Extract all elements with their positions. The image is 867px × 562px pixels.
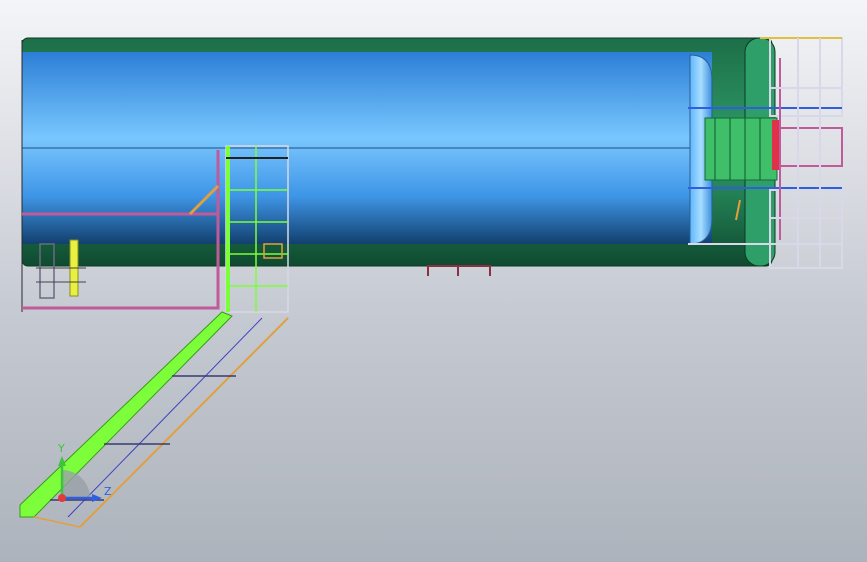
cad-model-view[interactable] (0, 0, 867, 562)
vessel-shell (21, 40, 712, 312)
graphics-viewport[interactable]: Y Z (0, 0, 867, 562)
axis-z-label: Z (104, 485, 112, 498)
axis-y-label: Y (58, 442, 65, 455)
saddle-supports (427, 265, 491, 276)
